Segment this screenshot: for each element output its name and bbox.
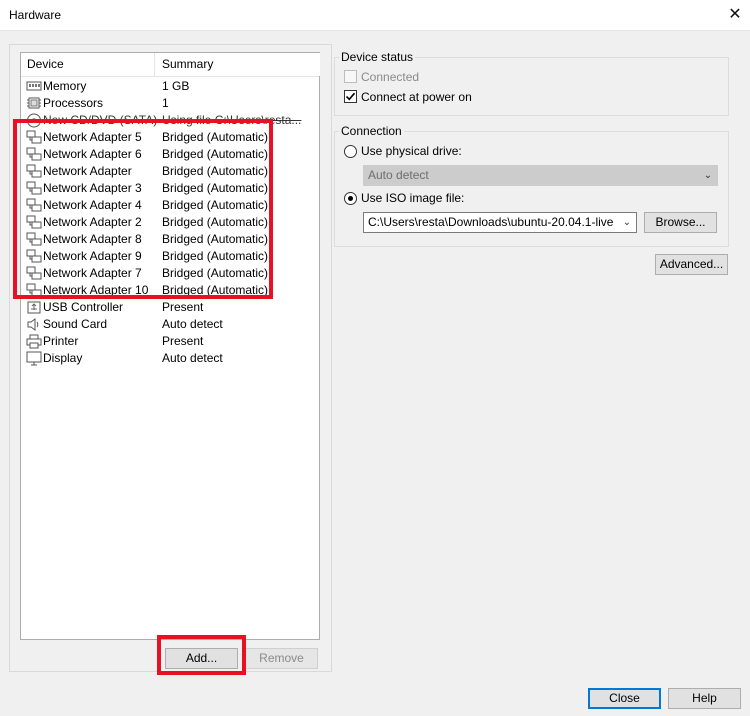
device-status-group [334, 57, 729, 116]
device-name: USB Controller [43, 300, 124, 314]
use-iso-image-label: Use ISO image file: [361, 191, 465, 205]
device-row-usb-controller[interactable]: USB Controller Present [21, 299, 319, 316]
device-summary: Auto detect [162, 317, 223, 331]
advanced-button[interactable]: Advanced... [655, 254, 728, 275]
connection-label: Connection [339, 124, 404, 138]
connected-checkbox[interactable] [344, 70, 357, 83]
use-physical-drive-label: Use physical drive: [361, 144, 462, 158]
annotation-highlight-add-button [157, 635, 246, 675]
device-row-memory[interactable]: Memory 1 GB [21, 78, 319, 95]
close-button[interactable]: Close [588, 688, 661, 709]
usb-icon [26, 300, 42, 315]
remove-button[interactable]: Remove [245, 648, 318, 669]
device-summary: 1 GB [162, 79, 190, 93]
connected-label: Connected [361, 70, 420, 84]
sound-card-icon [26, 317, 42, 332]
window-title: Hardware [9, 8, 62, 22]
device-name: Display [43, 351, 83, 365]
device-row-printer[interactable]: Printer Present [21, 333, 319, 350]
physical-drive-value: Auto detect [368, 168, 429, 182]
use-iso-image-radio[interactable] [344, 192, 357, 205]
annotation-highlight-network-adapters [13, 119, 273, 299]
device-row-processors[interactable]: Processors 1 [21, 95, 319, 112]
checkmark-icon [345, 92, 356, 101]
device-name: Sound Card [43, 317, 108, 331]
chevron-down-icon[interactable]: ⌄ [621, 213, 633, 232]
device-name: Memory [43, 79, 87, 93]
device-summary: Present [162, 334, 204, 348]
browse-button[interactable]: Browse... [644, 212, 717, 233]
device-row-display[interactable]: Display Auto detect [21, 350, 319, 367]
device-summary: Auto detect [162, 351, 223, 365]
display-icon [26, 351, 42, 366]
column-header-device[interactable]: Device [21, 53, 155, 76]
header-divider [21, 76, 319, 77]
processor-icon [26, 96, 42, 111]
device-status-label: Device status [339, 50, 416, 64]
help-button[interactable]: Help [668, 688, 741, 709]
radio-selected-dot [348, 196, 353, 201]
device-name: Printer [43, 334, 79, 348]
physical-drive-select[interactable]: Auto detect ⌄ [363, 165, 718, 186]
device-name: Processors [43, 96, 104, 110]
connect-at-power-on-label: Connect at power on [361, 90, 472, 104]
close-icon[interactable]: ✕ [723, 3, 747, 27]
printer-icon [26, 334, 42, 349]
column-header-summary[interactable]: Summary [156, 53, 320, 76]
device-summary: Present [162, 300, 204, 314]
title-bar: Hardware ✕ [0, 0, 750, 31]
chevron-down-icon: ⌄ [702, 166, 714, 185]
iso-image-path-value: C:\Users\resta\Downloads\ubuntu-20.04.1-… [368, 215, 614, 229]
device-row-sound-card[interactable]: Sound Card Auto detect [21, 316, 319, 333]
device-summary: 1 [162, 96, 169, 110]
use-physical-drive-radio[interactable] [344, 145, 357, 158]
connect-at-power-on-checkbox[interactable] [344, 90, 357, 103]
iso-image-path-combo[interactable]: C:\Users\resta\Downloads\ubuntu-20.04.1-… [363, 212, 637, 233]
memory-icon [26, 79, 42, 94]
